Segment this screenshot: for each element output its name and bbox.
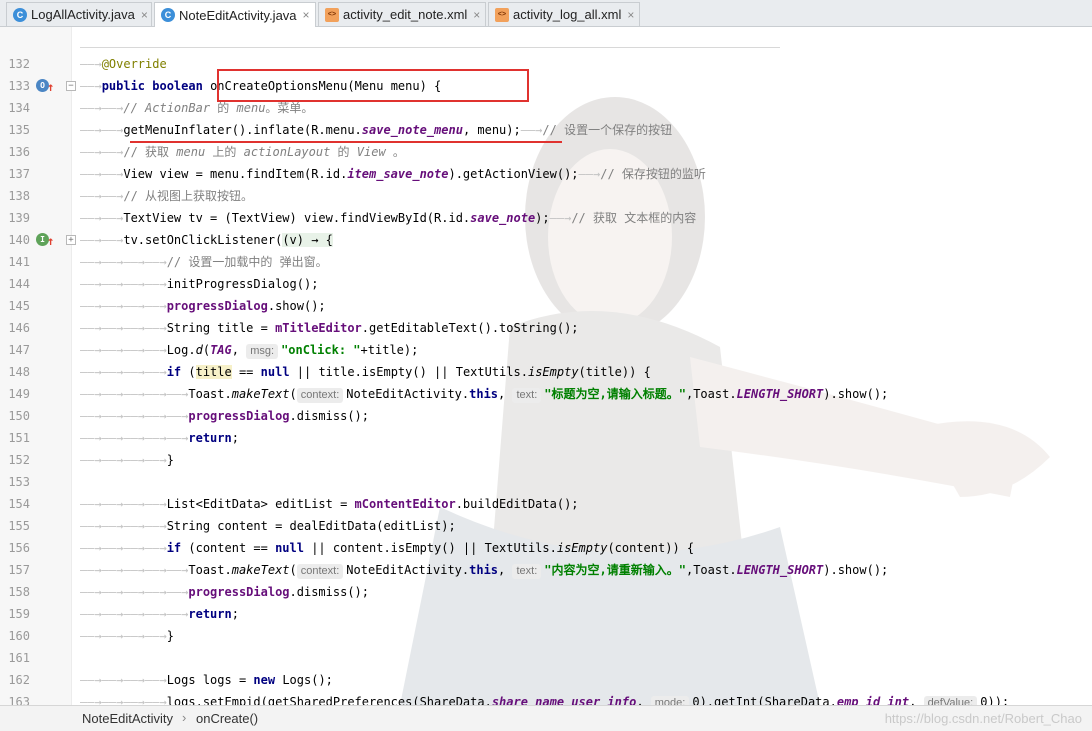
close-tab-icon[interactable]: × — [303, 8, 310, 22]
tab-label: activity_edit_note.xml — [343, 7, 468, 22]
parameter-hint: context: — [296, 564, 344, 579]
override-annotation: @Override — [101, 57, 167, 71]
parameter-hint: text: — [512, 388, 542, 403]
up-arrow-icon[interactable]: ↑ — [47, 76, 54, 98]
fold-icon[interactable]: − — [66, 81, 76, 91]
code-line: 144 ——→——→——→——→// 设置一加载中的 弹出窗。 — [0, 251, 1092, 291]
code-line: 162 — [0, 647, 1092, 687]
code-line: 140 ——→——→TextView tv = (TextView) view.… — [0, 207, 1092, 247]
code-line: 157 ——→——→——→——→if (content == null || c… — [0, 537, 1092, 577]
parameter-hint: msg: — [246, 344, 279, 359]
lambda-fold[interactable]: (v) → { — [282, 233, 333, 247]
code-line: 164 ——→——→——→——→logs.setEmpid(getSharedP… — [0, 691, 1092, 705]
breadcrumb: NoteEditActivity › onCreate() https://bl… — [0, 705, 1092, 731]
code-line: 135 ——→——→// ActionBar 的 menu。菜单。 — [0, 97, 1092, 137]
code-line: 156 ——→——→——→——→String content = dealEdi… — [0, 515, 1092, 555]
code-line: 149 ——→——→——→——→if (title == null || tit… — [0, 361, 1092, 401]
code-line: 148 ——→——→——→——→Log.d(TAG, msg: "onClick:… — [0, 339, 1092, 379]
code-line: 161 ——→——→——→——→} — [0, 625, 1092, 665]
code-line: 145 ——→——→——→——→initProgressDialog(); — [0, 273, 1092, 313]
parameter-hint: defValue: — [923, 696, 978, 705]
code-line: 152 ——→——→——→——→——→return; — [0, 427, 1092, 467]
tab-noteeditactivity[interactable]: C NoteEditActivity.java × — [154, 2, 316, 27]
code-line: 163 ——→——→——→——→Logs logs = new Logs(); — [0, 669, 1092, 705]
tab-activity-log-all-xml[interactable]: <> activity_log_all.xml × — [488, 2, 640, 26]
code-line: 137 ——→——→// 获取 menu 上的 actionLayout 的 V… — [0, 141, 1092, 181]
breadcrumb-method[interactable]: onCreate() — [196, 711, 258, 726]
parameter-hint: mode: — [650, 696, 690, 705]
code-line: 136 ——→——→getMenuInflater().inflate(R.me… — [0, 119, 1092, 159]
tab-logallactivity[interactable]: C LogAllActivity.java × — [6, 2, 152, 26]
close-tab-icon[interactable]: × — [627, 8, 634, 22]
code-line: 153 ——→——→——→——→} — [0, 449, 1092, 489]
up-arrow-icon[interactable]: ↑ — [47, 230, 54, 252]
tab-label: LogAllActivity.java — [31, 7, 135, 22]
code-line: 134 O ↑ − ——→public boolean onCreateOpti… — [0, 75, 1092, 115]
code-line: 160 ——→——→——→——→——→return; — [0, 603, 1092, 643]
code-line: 146 ——→——→——→——→progressDialog.show(); — [0, 295, 1092, 335]
code-line: 147 ——→——→——→——→String title = mTitleEdi… — [0, 317, 1092, 357]
parameter-hint: context: — [296, 388, 344, 403]
code-line: 141 I ↑ + ——→——→tv.setOnClickListener((v… — [0, 229, 1092, 269]
editor-tab-bar: C LogAllActivity.java × C NoteEditActivi… — [0, 0, 1092, 27]
xml-file-icon: <> — [495, 7, 509, 22]
watermark-text: https://blog.csdn.net/Robert_Chao — [884, 711, 1082, 726]
xml-file-icon: <> — [325, 7, 339, 22]
code-line: 154 — [0, 471, 1092, 511]
fold-icon[interactable]: + — [66, 235, 76, 245]
code-line: 159 ——→——→——→——→——→progressDialog.dismis… — [0, 581, 1092, 621]
chevron-right-icon: › — [182, 710, 187, 725]
code-line: 158 ——→——→——→——→——→Toast.makeText(contex… — [0, 559, 1092, 599]
code-line: 139 ——→——→// 从视图上获取按钮。 — [0, 185, 1092, 225]
tab-activity-edit-note-xml[interactable]: <> activity_edit_note.xml × — [318, 2, 486, 26]
code-line: 132 — [0, 31, 1092, 71]
parameter-hint: text: — [512, 564, 542, 579]
tab-label: NoteEditActivity.java — [179, 7, 297, 23]
highlight-box — [217, 69, 529, 102]
close-tab-icon[interactable]: × — [141, 8, 148, 22]
close-tab-icon[interactable]: × — [473, 8, 480, 22]
java-class-icon: C — [13, 7, 27, 22]
java-class-icon: C — [161, 8, 175, 22]
highlight-underline — [130, 141, 562, 143]
code-line: 133 ——→@Override — [0, 53, 1092, 93]
tab-label: activity_log_all.xml — [513, 7, 622, 22]
code-line: 150 ——→——→——→——→——→Toast.makeText(contex… — [0, 383, 1092, 423]
code-line: 138 ——→——→View view = menu.findItem(R.id… — [0, 163, 1092, 203]
code-editor[interactable]: 132 133 ——→@Override 134 O ↑ − ——→public… — [0, 27, 1092, 705]
code-line: 155 ——→——→——→——→List<EditData> editList … — [0, 493, 1092, 533]
breadcrumb-class[interactable]: NoteEditActivity — [82, 711, 173, 726]
code-line: 151 ——→——→——→——→——→progressDialog.dismis… — [0, 405, 1092, 445]
